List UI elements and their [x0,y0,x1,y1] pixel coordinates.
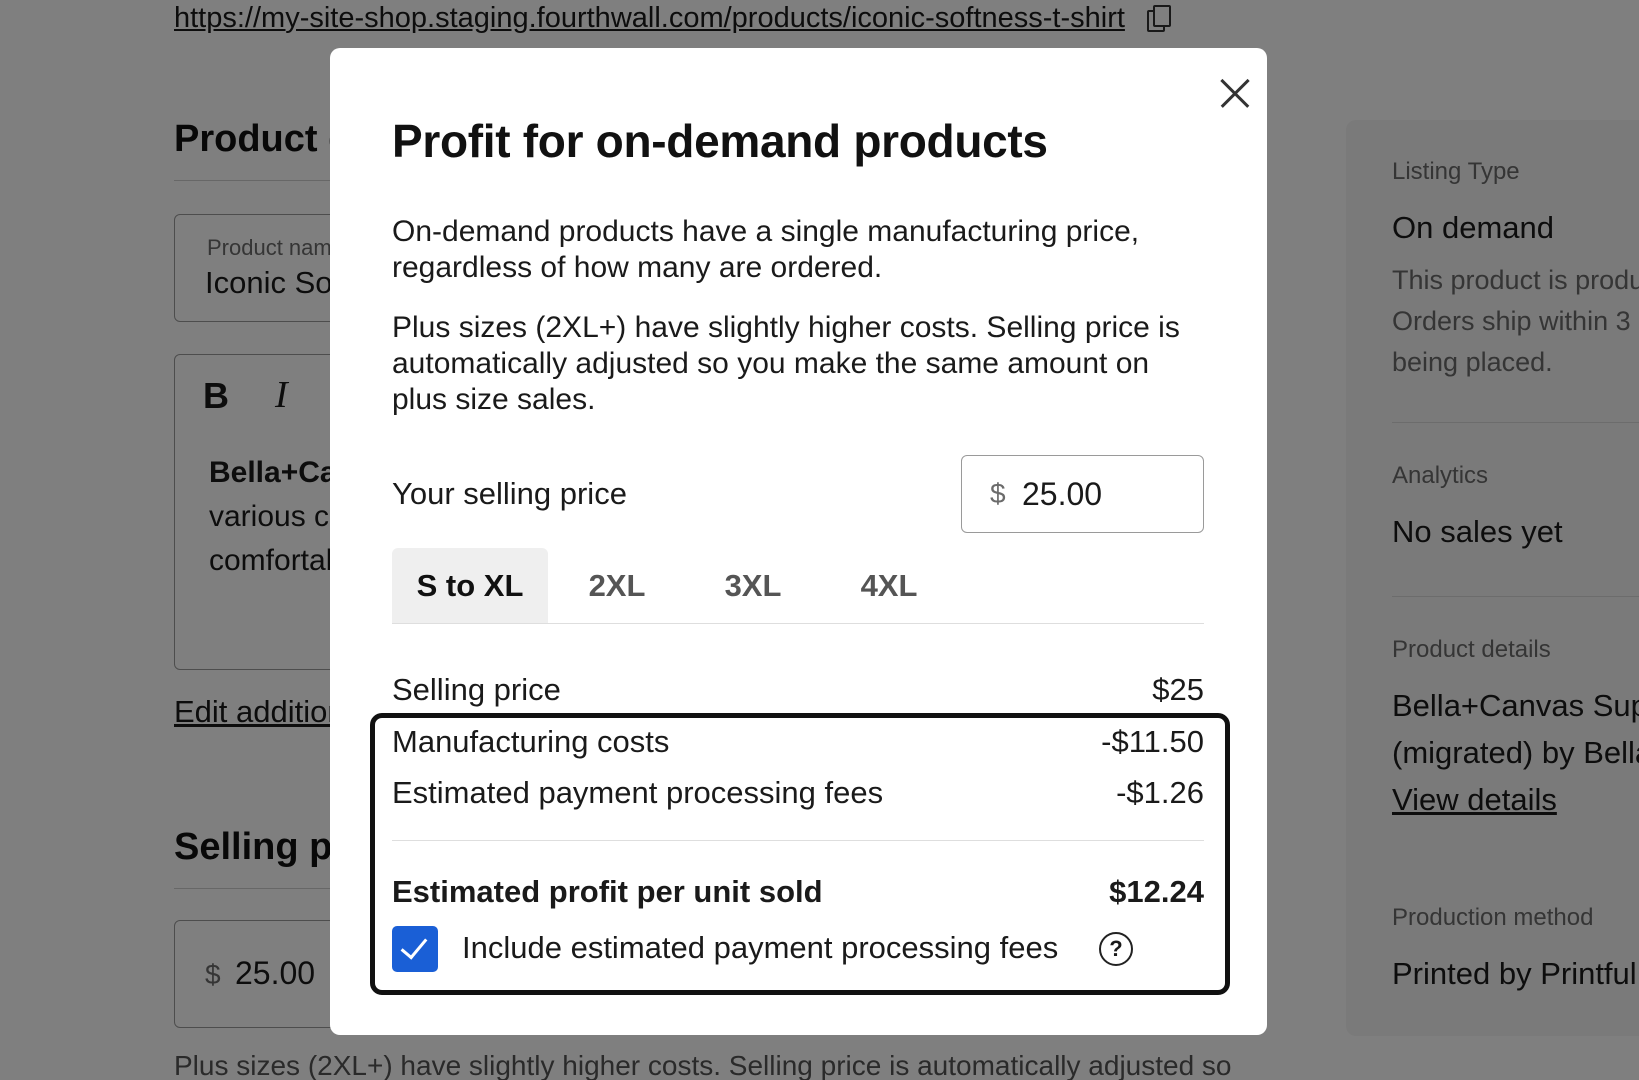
estimated-profit-value: $12.24 [1109,874,1204,909]
help-icon[interactable]: ? [1099,932,1133,966]
selling-price-row-label: Selling price [392,672,561,707]
estimated-profit-label: Estimated profit per unit sold [392,874,823,909]
tab-4xl[interactable]: 4XL [822,548,956,623]
manufacturing-costs-value: -$11.50 [1101,724,1204,759]
processing-fees-row: Estimated payment processing fees -$1.26 [392,775,1204,811]
manufacturing-costs-row: Manufacturing costs -$11.50 [392,724,1204,760]
tab-3xl[interactable]: 3XL [686,548,820,623]
modal-title: Profit for on-demand products [392,115,1048,167]
selling-price-row: Selling price $25 [392,672,1204,708]
selling-price-input[interactable] [1022,470,1192,518]
tab-2xl[interactable]: 2XL [550,548,684,623]
currency-symbol: $ [990,478,1006,509]
selling-price-row-value: $25 [1152,672,1204,707]
modal-description-2: Plus sizes (2XL+) have slightly higher c… [392,311,1180,416]
selling-price-field[interactable]: $ [961,455,1204,533]
tab-s-to-xl[interactable]: S to XL [392,548,548,623]
close-icon[interactable] [1210,70,1258,118]
breakdown-divider [392,840,1204,841]
size-tabs: S to XL 2XL 3XL 4XL [392,548,1204,624]
include-fees-label[interactable]: Include estimated payment processing fee… [462,930,1058,966]
manufacturing-costs-label: Manufacturing costs [392,724,670,759]
profit-modal: Profit for on-demand products On-demand … [330,48,1267,1035]
processing-fees-label: Estimated payment processing fees [392,775,884,810]
selling-price-label: Your selling price [392,476,627,511]
processing-fees-value: -$1.26 [1116,775,1204,810]
include-fees-checkbox[interactable] [392,926,438,972]
modal-description-1: On-demand products have a single manufac… [392,215,1140,284]
estimated-profit-row: Estimated profit per unit sold $12.24 [392,874,1204,910]
